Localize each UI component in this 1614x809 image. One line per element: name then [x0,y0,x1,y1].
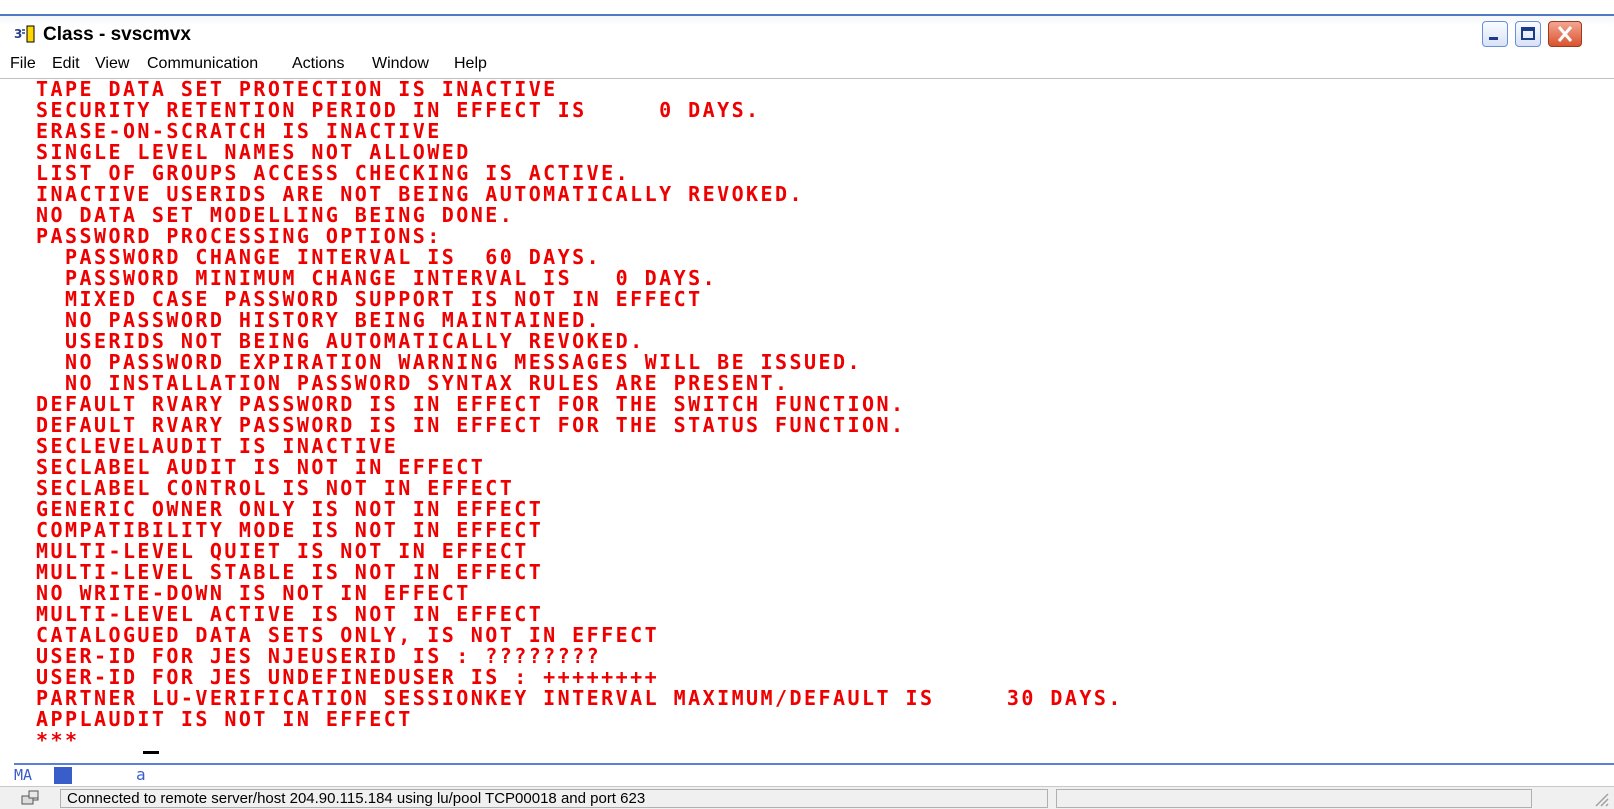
terminal-line: MULTI-LEVEL QUIET IS NOT IN EFFECT [36,539,529,563]
emulator-window: 3 Class - svscmvx File Edit View Communi… [0,0,1614,809]
close-icon [1557,26,1573,42]
terminal-line: GENERIC OWNER ONLY IS NOT IN EFFECT [36,497,544,521]
menu-edit[interactable]: Edit [52,55,80,73]
terminal-line: SECURITY RETENTION PERIOD IN EFFECT IS 0… [36,98,761,122]
menu-help[interactable]: Help [454,55,487,73]
terminal-line: SECLEVELAUDIT IS INACTIVE [36,434,399,458]
connection-icon [21,790,39,805]
menu-actions[interactable]: Actions [292,55,344,73]
terminal-screen[interactable]: TAPE DATA SET PROTECTION IS INACTIVE SEC… [20,79,1614,763]
oia-status-block [54,767,72,784]
terminal-line: CATALOGUED DATA SETS ONLY, IS NOT IN EFF… [36,623,660,647]
oia-connection-indicator: a [136,765,146,784]
oia-mode-indicator: MA [14,766,33,784]
minimize-button[interactable] [1482,21,1508,47]
title-bar[interactable]: 3 Class - svscmvx [0,14,1614,50]
terminal-line: LIST OF GROUPS ACCESS CHECKING IS ACTIVE… [36,161,631,185]
minimize-icon [1489,37,1498,40]
terminal-line: SECLABEL AUDIT IS NOT IN EFFECT [36,455,486,479]
terminal-line: SINGLE LEVEL NAMES NOT ALLOWED [36,140,471,164]
close-button[interactable] [1548,21,1582,47]
terminal-line: NO PASSWORD EXPIRATION WARNING MESSAGES … [36,350,862,374]
terminal-line: USER-ID FOR JES UNDEFINEDUSER IS : +++++… [36,665,660,689]
window-title: Class - svscmvx [43,24,191,45]
terminal-line: NO PASSWORD HISTORY BEING MAINTAINED. [36,308,602,332]
resize-grip-icon[interactable] [1590,790,1610,808]
terminal-line: MULTI-LEVEL STABLE IS NOT IN EFFECT [36,560,544,584]
status-bar: Connected to remote server/host 204.90.1… [0,786,1614,809]
menu-view[interactable]: View [95,55,129,73]
terminal-line: DEFAULT RVARY PASSWORD IS IN EFFECT FOR … [36,413,906,437]
text-cursor [143,751,159,754]
terminal-line: PASSWORD MINIMUM CHANGE INTERVAL IS 0 DA… [36,266,718,290]
status-message: Connected to remote server/host 204.90.1… [67,790,646,807]
svg-text:3: 3 [14,27,22,41]
terminal-line: USERIDS NOT BEING AUTOMATICALLY REVOKED. [36,329,645,353]
terminal-line: NO DATA SET MODELLING BEING DONE. [36,203,515,227]
status-secondary-pane [1056,789,1532,808]
terminal-line: NO WRITE-DOWN IS NOT IN EFFECT [36,581,471,605]
menu-file[interactable]: File [10,55,36,73]
terminal-line: PARTNER LU-VERIFICATION SESSIONKEY INTER… [36,686,1123,710]
terminal-line: APPLAUDIT IS NOT IN EFFECT [36,707,413,731]
terminal-line: USER-ID FOR JES NJEUSERID IS : ???????? [36,644,602,668]
terminal-line: NO INSTALLATION PASSWORD SYNTAX RULES AR… [36,371,790,395]
maximize-button[interactable] [1515,21,1541,47]
terminal-line: PASSWORD CHANGE INTERVAL IS 60 DAYS. [36,245,602,269]
menu-bar: File Edit View Communication Actions Win… [0,50,1614,79]
terminal-line: MIXED CASE PASSWORD SUPPORT IS NOT IN EF… [36,287,703,311]
terminal-line: DEFAULT RVARY PASSWORD IS IN EFFECT FOR … [36,392,906,416]
terminal-app-icon: 3 [14,25,35,43]
terminal-line: *** [36,728,80,752]
operator-info-area: MA a [14,763,1614,786]
terminal-line: MULTI-LEVEL ACTIVE IS NOT IN EFFECT [36,602,544,626]
terminal-line: PASSWORD PROCESSING OPTIONS: [36,224,442,248]
maximize-icon [1521,27,1535,40]
terminal-line: INACTIVE USERIDS ARE NOT BEING AUTOMATIC… [36,182,805,206]
terminal-line: ERASE-ON-SCRATCH IS INACTIVE [36,119,442,143]
menu-communication[interactable]: Communication [147,55,258,73]
terminal-line: COMPATIBILITY MODE IS NOT IN EFFECT [36,518,544,542]
terminal-line: SECLABEL CONTROL IS NOT IN EFFECT [36,476,515,500]
terminal-line: TAPE DATA SET PROTECTION IS INACTIVE [36,77,558,101]
menu-window[interactable]: Window [372,55,429,73]
